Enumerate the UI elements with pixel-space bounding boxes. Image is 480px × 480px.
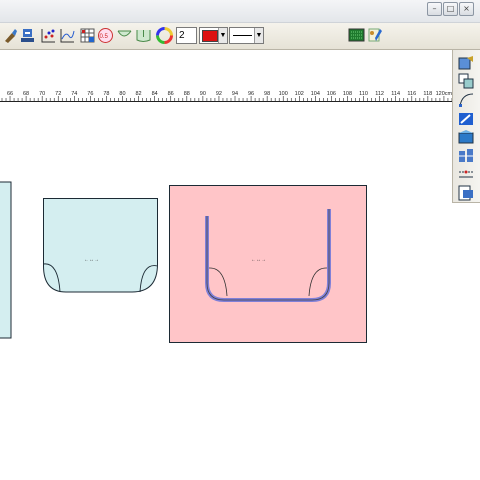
curve-icon[interactable] [59,27,76,44]
ruler-label: 84 [152,91,158,97]
chevron-down-icon: ▼ [218,28,227,43]
ruler-label: 108 [343,91,352,97]
ruler-label: 96 [248,91,254,97]
align-tool-icon[interactable] [458,148,475,164]
ruler-label: 86 [168,91,174,97]
ruler-label: 70 [39,91,45,97]
curve-tool-icon[interactable] [458,92,475,108]
offset-icon[interactable]: 0.5 [97,27,114,44]
notch-icon[interactable] [135,27,152,44]
middle-pattern-piece[interactable] [40,196,162,296]
chevron-down-icon: ▼ [254,28,263,43]
ruler-label: 114 [391,91,400,97]
minimize-button[interactable]: – [427,2,442,16]
toolbar: 0.5 2 ▼ ▼ [0,23,480,50]
ruler-label: 82 [135,91,141,97]
ruler-label: 102 [295,91,304,97]
grid-icon[interactable] [79,27,96,44]
ruler-label: 78 [103,91,109,97]
horizontal-ruler: 66 68 70 72 74 76 78 80 82 84 86 88 90 92 94 96 98 100 102… [0,91,452,102]
maximize-button[interactable]: □ [443,2,458,16]
points-icon[interactable] [40,27,57,44]
ruler-label: 110 [359,91,368,97]
ruler-label: 104 [311,91,320,97]
close-button[interactable]: × [459,2,474,16]
line-style-dropdown[interactable]: ▼ [229,27,264,44]
dash-tool-icon[interactable] [458,167,475,183]
ruler-label: 66 [7,91,13,97]
left-pattern-piece[interactable] [0,180,14,342]
ruler-label: 72 [55,91,61,97]
brush-icon[interactable] [2,27,19,44]
stroke-color-swatch [202,30,218,42]
piece-tool-icon[interactable] [458,55,475,71]
ruler-label: 94 [232,91,238,97]
ruler-label: 112 [375,91,384,97]
title-bar: – □ × [0,0,480,23]
svg-text:0.5: 0.5 [100,34,109,40]
ruler-label: 92 [216,91,222,97]
fill-tool-icon[interactable] [458,129,475,145]
line-width-input[interactable]: 2 [176,27,197,44]
stamp-icon[interactable] [19,27,36,44]
ruler-label: 118 [423,91,432,97]
ruler-label: 80 [119,91,125,97]
blue-tool-icon[interactable] [458,111,475,127]
ruler-label: 116 [407,91,416,97]
ruler-label: 120cm [436,91,452,97]
tool-palette [452,50,480,203]
ruler-label: 100 [279,91,288,97]
measure-icon[interactable] [116,27,133,44]
window-controls: – □ × [427,2,474,16]
export-icon[interactable] [458,185,475,201]
ruler-label: 74 [71,91,77,97]
ruler-label: 88 [184,91,190,97]
line-style-preview [233,35,252,36]
copy-piece-icon[interactable] [458,73,475,89]
ruler-label: 106 [327,91,336,97]
right-pattern-piece[interactable] [167,183,371,347]
ruler-label: 68 [23,91,29,97]
ruler-label: 90 [200,91,206,97]
color-wheel-icon[interactable] [156,27,173,44]
ruler-label: 98 [264,91,270,97]
right-grain-label: ←↔→ [251,257,266,263]
stroke-color-dropdown[interactable]: ▼ [199,27,228,44]
board-icon[interactable] [348,27,365,44]
middle-grain-label: ←↔→ [84,257,99,263]
tool-settings-icon[interactable] [367,27,384,44]
ruler-label: 76 [87,91,93,97]
